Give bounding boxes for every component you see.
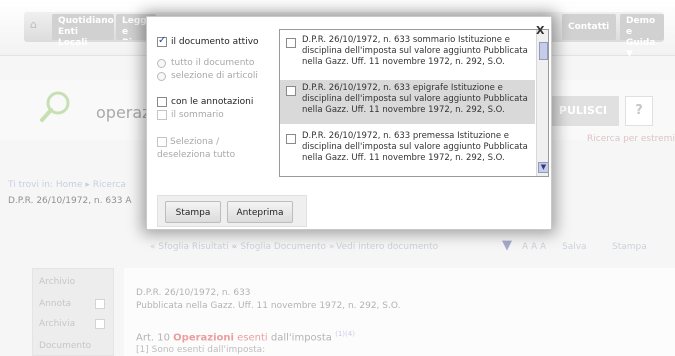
list-scrollbar[interactable]: ▼	[536, 30, 548, 176]
summary-label: il sommario	[171, 110, 224, 120]
active-document-label: il documento attivo	[171, 37, 259, 47]
list-item[interactable]: D.P.R. 26/10/1972, n. 633 epigrafe Istit…	[280, 80, 535, 124]
scrollbar-thumb[interactable]	[539, 42, 548, 60]
list-item-checkbox[interactable]	[286, 38, 296, 48]
print-dialog: il documento attivo tutto il documento s…	[146, 16, 552, 230]
active-document-checkbox[interactable]	[157, 35, 167, 47]
list-item[interactable]: D.P.R. 26/10/1972, n. 633 premessa Istit…	[280, 128, 535, 172]
summary-checkbox[interactable]	[157, 110, 167, 120]
select-articles-radio[interactable]	[157, 72, 166, 81]
whole-document-label: tutto il documento	[171, 58, 255, 68]
list-item-checkbox[interactable]	[286, 86, 296, 96]
select-articles-label: selezione di articoli	[171, 71, 258, 81]
list-item-text: D.P.R. 26/10/1972, n. 633 sommario Istit…	[302, 35, 528, 67]
with-notes-checkbox[interactable]	[157, 97, 167, 107]
whole-document-radio[interactable]	[157, 59, 166, 68]
list-item-checkbox[interactable]	[286, 134, 296, 144]
close-icon[interactable]: X	[536, 24, 544, 37]
with-notes-label: con le annotazioni	[171, 97, 254, 107]
list-item[interactable]: D.P.R. 26/10/1972, n. 633 sommario Istit…	[280, 32, 535, 76]
scroll-down-arrow-icon[interactable]: ▼	[538, 162, 548, 173]
list-item-text: D.P.R. 26/10/1972, n. 633 epigrafe Istit…	[302, 83, 528, 115]
print-button[interactable]: Stampa	[165, 201, 221, 223]
list-item-text: D.P.R. 26/10/1972, n. 633 premessa Istit…	[302, 131, 528, 163]
select-all-label: Seleziona / deseleziona tutto	[157, 137, 236, 160]
document-sections-list: D.P.R. 26/10/1972, n. 633 sommario Istit…	[279, 29, 549, 177]
preview-button[interactable]: Anteprima	[227, 201, 293, 223]
